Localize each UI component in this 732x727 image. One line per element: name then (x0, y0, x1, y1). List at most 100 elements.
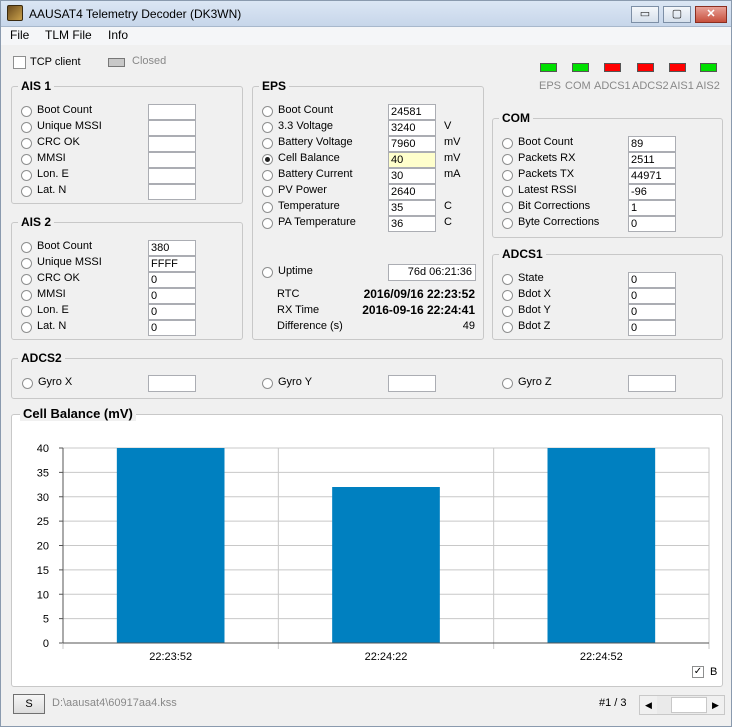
ais1-crc-ok-radio[interactable] (21, 138, 32, 149)
eps-rx-value: 2016-09-16 22:24:41 (362, 303, 475, 317)
bar-2 (547, 448, 656, 643)
menu-tlm-file[interactable]: TLM File (45, 28, 92, 42)
eps-3-3-voltage-radio[interactable] (262, 122, 273, 133)
led-label-ais1: AIS1 (670, 80, 694, 92)
ais2-unique-mssi-label: Unique MSSI (37, 256, 102, 268)
minimize-button[interactable]: ▭ (631, 6, 659, 23)
adcs1-bdot-z-radio[interactable] (502, 322, 513, 333)
eps-boot-count-radio[interactable] (262, 106, 273, 117)
ais2-mmsi-label: MMSI (37, 288, 66, 300)
led-label-ais2: AIS2 (696, 80, 720, 92)
eps-temperature-unit: C (444, 200, 452, 212)
chart-svg: 0 5 10 15 20 25 30 35 40 22:23:52 22:24:22 22:24:52 (37, 443, 710, 663)
eps-pa-temperature-value: 36 (388, 216, 436, 232)
adcs2-gyro-z-value (628, 375, 676, 392)
eps-battery-voltage-radio[interactable] (262, 138, 273, 149)
eps-cell-balance-label: Cell Balance (278, 152, 340, 164)
eps-pv-power-radio[interactable] (262, 186, 273, 197)
ais2-unique-mssi-value: FFFF (148, 256, 196, 272)
adcs1-bdot-x-value: 0 (628, 288, 676, 304)
ais1-lat-n-value (148, 184, 196, 200)
adcs1-title: ADCS1 (499, 247, 546, 261)
com-byte-corrections-radio[interactable] (502, 218, 513, 229)
adcs2-gyro-y-value (388, 375, 436, 392)
eps-uptime-value: 76d 06:21:36 (388, 264, 476, 281)
adcs1-bdot-y-radio[interactable] (502, 306, 513, 317)
y-tick-label: 10 (37, 589, 49, 601)
eps-cell-balance-radio[interactable] (262, 154, 273, 165)
ais2-lon-e-radio[interactable] (21, 306, 32, 317)
scroll-left-arrow[interactable]: ◀ (640, 696, 657, 714)
tcp-client-checkbox[interactable] (13, 56, 26, 69)
eps-pa-temperature-radio[interactable] (262, 218, 273, 229)
eps-3-3-voltage-unit: V (444, 120, 452, 132)
menu-info[interactable]: Info (108, 28, 128, 42)
b-checkbox-label: B (710, 666, 718, 678)
eps-battery-current-radio[interactable] (262, 170, 273, 181)
adcs1-state-radio[interactable] (502, 274, 513, 285)
adcs1-state-label: State (518, 272, 544, 284)
com-packets-rx-value: 2511 (628, 152, 676, 168)
eps-battery-current-unit: mA (444, 168, 461, 180)
ais1-crc-ok-value (148, 136, 196, 152)
bar-0 (116, 448, 225, 643)
menu-bar: File TLM File Info (1, 27, 731, 45)
eps-3-3-voltage-label: 3.3 Voltage (278, 120, 334, 132)
file-path: D:\aausat4\60917aa4.kss (52, 697, 177, 709)
s-button[interactable]: S (13, 694, 45, 714)
eps-pa-temperature-label: PA Temperature (278, 216, 356, 228)
close-button[interactable]: ✕ (695, 6, 727, 23)
ais1-lat-n-label: Lat. N (37, 184, 67, 196)
ais1-boot-count-radio[interactable] (21, 106, 32, 117)
led-eps (540, 63, 557, 72)
com-packets-rx-radio[interactable] (502, 154, 513, 165)
eps-temperature-radio[interactable] (262, 202, 273, 213)
eps-temperature-label: Temperature (278, 200, 340, 212)
com-packets-tx-label: Packets TX (518, 168, 575, 180)
led-label-eps: EPS (539, 80, 562, 92)
com-packets-tx-value: 44971 (628, 168, 676, 184)
ais2-crc-ok-value: 0 (148, 272, 196, 288)
ais2-group: AIS 2 Boot Count 380 Unique MSSI FFFF CRC OK… (11, 215, 243, 340)
ais1-lat-n-radio[interactable] (21, 186, 32, 197)
b-checkbox[interactable]: ✓ (692, 666, 704, 678)
led-adcs2 (637, 63, 654, 72)
eps-pv-power-label: PV Power (278, 184, 327, 196)
adcs2-gyro-z-radio[interactable] (502, 378, 513, 389)
ais2-crc-ok-radio[interactable] (21, 274, 32, 285)
com-latest-rssi-radio[interactable] (502, 186, 513, 197)
ais2-lat-n-radio[interactable] (21, 322, 32, 333)
maximize-button[interactable]: ▢ (663, 6, 691, 23)
ais1-mmsi-radio[interactable] (21, 154, 32, 165)
ais2-unique-mssi-radio[interactable] (21, 258, 32, 269)
eps-uptime-radio[interactable] (262, 267, 273, 278)
eps-uptime-label: Uptime (278, 265, 313, 277)
ais1-lon-e-radio[interactable] (21, 170, 32, 181)
scroll-right-arrow[interactable]: ▶ (707, 696, 724, 714)
page-scrollbar[interactable]: ◀ ▶ (639, 695, 725, 715)
led-ais1 (669, 63, 686, 72)
ais2-mmsi-radio[interactable] (21, 290, 32, 301)
eps-battery-voltage-unit: mV (444, 136, 461, 148)
com-bit-corrections-radio[interactable] (502, 202, 513, 213)
scroll-thumb[interactable] (671, 697, 707, 713)
eps-boot-count-label: Boot Count (278, 104, 334, 116)
ais1-crc-ok-label: CRC OK (37, 136, 80, 148)
ais2-lon-e-value: 0 (148, 304, 196, 320)
com-packets-tx-radio[interactable] (502, 170, 513, 181)
adcs1-bdot-x-radio[interactable] (502, 290, 513, 301)
adcs2-gyro-y-radio[interactable] (262, 378, 273, 389)
eps-group: EPS Uptime 76d 06:21:36 RTC 2016/09/16 2… (252, 79, 484, 340)
ais2-lat-n-value: 0 (148, 320, 196, 336)
y-tick-label: 15 (37, 565, 49, 577)
eps-rtc-value: 2016/09/16 22:23:52 (363, 287, 475, 301)
x-tick-label: 22:24:22 (365, 651, 408, 663)
adcs2-title: ADCS2 (18, 351, 65, 365)
y-tick-label: 25 (37, 516, 49, 528)
led-com (572, 63, 589, 72)
ais2-boot-count-radio[interactable] (21, 242, 32, 253)
ais1-unique-mssi-radio[interactable] (21, 122, 32, 133)
adcs2-gyro-x-radio[interactable] (22, 378, 33, 389)
menu-file[interactable]: File (10, 28, 29, 42)
com-boot-count-radio[interactable] (502, 138, 513, 149)
